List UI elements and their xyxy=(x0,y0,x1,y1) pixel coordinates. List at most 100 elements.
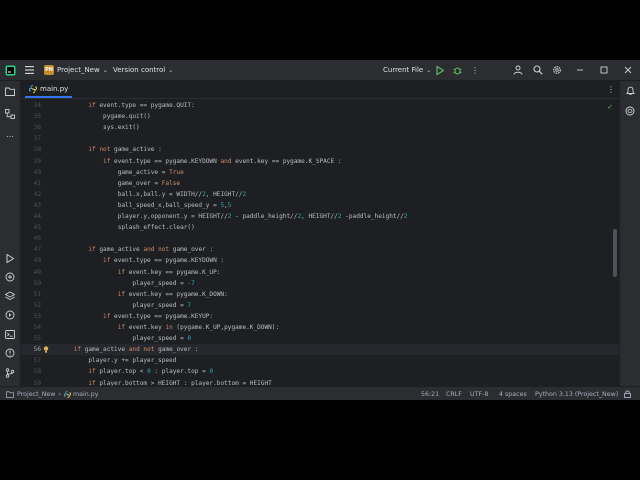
code-line[interactable]: 41 game_over = False xyxy=(21,178,619,189)
code-line[interactable]: 45 splash_effect.clear() xyxy=(21,222,619,233)
code-line[interactable]: 38 if not game_active : xyxy=(21,144,619,155)
code-line[interactable]: 39 if event.type == pygame.KEYDOWN and e… xyxy=(21,156,619,167)
line-number[interactable]: 36 xyxy=(21,122,41,133)
code-text[interactable]: if event.type == pygame.KEYDOWN and even… xyxy=(59,156,341,167)
problems-icon[interactable] xyxy=(3,346,17,360)
code-text[interactable]: player.y += player_speed xyxy=(59,355,176,366)
code-text[interactable]: if game_active and not game_over : xyxy=(59,244,213,255)
intention-bulb-icon[interactable] xyxy=(43,346,49,353)
more-tools-icon[interactable]: ⋯ xyxy=(3,129,17,143)
line-number[interactable]: 58 xyxy=(21,366,41,377)
run-icon[interactable] xyxy=(436,60,444,80)
close-icon[interactable] xyxy=(624,60,632,80)
code-line[interactable]: 59 if player.bottom > HEIGHT : player.bo… xyxy=(21,378,619,387)
line-number[interactable]: 53 xyxy=(21,311,41,322)
ai-assistant-icon[interactable] xyxy=(623,104,637,118)
code-line[interactable]: 52 player_speed = 7 xyxy=(21,300,619,311)
code-line[interactable]: 37 xyxy=(21,133,619,144)
breadcrumb-file[interactable]: main.py xyxy=(73,391,98,398)
caret-position[interactable]: 56:21 xyxy=(421,387,439,400)
code-text[interactable]: game_over = False xyxy=(59,178,180,189)
code-text[interactable]: splash_effect.clear() xyxy=(59,222,195,233)
search-icon[interactable] xyxy=(533,60,543,80)
code-line[interactable]: 36 sys.exit() xyxy=(21,122,619,133)
code-text[interactable]: if player.top < 0 : player.top = 0 xyxy=(59,366,213,377)
code-line[interactable]: 51 if event.key == pygame.K_DOWN: xyxy=(21,289,619,300)
lock-icon[interactable] xyxy=(624,387,631,400)
run-tool-icon[interactable] xyxy=(3,251,17,265)
line-number[interactable]: 59 xyxy=(21,378,41,387)
python-packages-icon[interactable] xyxy=(3,270,17,284)
code-line[interactable]: 43 ball_speed_x,ball_speed_y = 5,5 xyxy=(21,200,619,211)
code-text[interactable]: player_speed = -7 xyxy=(59,278,194,289)
maximize-icon[interactable] xyxy=(600,60,608,80)
line-number[interactable]: 50 xyxy=(21,278,41,289)
code-line[interactable]: 55 player_speed = 0 xyxy=(21,333,619,344)
app-logo-icon[interactable] xyxy=(5,60,16,80)
line-number[interactable]: 38 xyxy=(21,144,41,155)
line-number[interactable]: 46 xyxy=(21,233,41,244)
breadcrumb-project[interactable]: Project_New xyxy=(17,391,55,398)
code-text[interactable]: if event.key in (pygame.K_UP,pygame.K_DO… xyxy=(59,322,279,333)
code-line[interactable]: 58 if player.top < 0 : player.top = 0 xyxy=(21,366,619,377)
code-text[interactable]: if player.bottom > HEIGHT : player.botto… xyxy=(59,378,271,387)
code-text[interactable]: if not game_active : xyxy=(59,144,161,155)
code-line[interactable]: 40 game_active = True xyxy=(21,167,619,178)
code-line[interactable]: 56 if game_active and not game_over : xyxy=(21,344,619,356)
code-editor[interactable]: ✓ 34 if event.type == pygame.QUIT: 35 pyg… xyxy=(21,99,619,386)
line-number[interactable]: 48 xyxy=(21,255,41,266)
code-text[interactable]: ball.x,ball.y = WIDTH//2, HEIGHT//2 xyxy=(59,189,246,200)
code-line[interactable]: 54 if event.key in (pygame.K_UP,pygame.K… xyxy=(21,322,619,333)
code-text[interactable]: player.y,opponent.y = HEIGHT//2 - paddle… xyxy=(59,211,408,222)
code-line[interactable]: 34 if event.type == pygame.QUIT: xyxy=(21,100,619,111)
settings-icon[interactable] xyxy=(552,60,562,80)
line-number[interactable]: 47 xyxy=(21,244,41,255)
code-text[interactable]: player_speed = 0 xyxy=(59,333,191,344)
line-number[interactable]: 56 xyxy=(21,344,41,355)
debug-icon[interactable] xyxy=(453,60,462,80)
line-number[interactable]: 37 xyxy=(21,133,41,144)
project-selector[interactable]: PN Project_New ⌄ xyxy=(44,60,108,80)
notifications-icon[interactable] xyxy=(623,84,637,98)
code-line[interactable]: 53 if event.type == pygame.KEYUP: xyxy=(21,311,619,322)
user-icon[interactable] xyxy=(513,60,523,80)
code-line[interactable]: 49 if event.key == pygame.K_UP: xyxy=(21,267,619,278)
code-line[interactable]: 44 player.y,opponent.y = HEIGHT//2 - pad… xyxy=(21,211,619,222)
line-number[interactable]: 35 xyxy=(21,111,41,122)
indent-setting[interactable]: 4 spaces xyxy=(499,387,527,400)
code-text[interactable]: game_active = True xyxy=(59,167,184,178)
code-text[interactable]: player_speed = 7 xyxy=(59,300,191,311)
line-number[interactable]: 52 xyxy=(21,300,41,311)
code-text[interactable]: if event.key == pygame.K_DOWN: xyxy=(59,289,228,300)
line-number[interactable]: 44 xyxy=(21,211,41,222)
more-actions-icon[interactable]: ⋮ xyxy=(471,60,479,80)
line-number[interactable]: 42 xyxy=(21,189,41,200)
line-number[interactable]: 41 xyxy=(21,178,41,189)
main-menu-icon[interactable] xyxy=(25,60,34,80)
code-text[interactable]: sys.exit() xyxy=(59,122,140,133)
run-config-selector[interactable]: Current File ⌄ xyxy=(383,60,431,80)
code-text[interactable]: pygame.quit() xyxy=(59,111,151,122)
line-number[interactable]: 43 xyxy=(21,200,41,211)
code-text[interactable]: if event.type == pygame.KEYUP: xyxy=(59,311,213,322)
code-line[interactable]: 47 if game_active and not game_over : xyxy=(21,244,619,255)
line-number[interactable]: 40 xyxy=(21,167,41,178)
code-text[interactable]: if event.type == pygame.KEYDOWN : xyxy=(59,255,224,266)
code-line[interactable]: 35 pygame.quit() xyxy=(21,111,619,122)
git-branch-icon[interactable] xyxy=(3,366,17,380)
line-number[interactable]: 54 xyxy=(21,322,41,333)
line-number[interactable]: 55 xyxy=(21,333,41,344)
terminal-icon[interactable] xyxy=(3,327,17,341)
tab-main-py[interactable]: main.py xyxy=(25,81,73,98)
code-line[interactable]: 42 ball.x,ball.y = WIDTH//2, HEIGHT//2 xyxy=(21,189,619,200)
code-line[interactable]: 50 player_speed = -7 xyxy=(21,278,619,289)
code-line[interactable]: 46 xyxy=(21,233,619,244)
line-number[interactable]: 51 xyxy=(21,289,41,300)
services-icon[interactable] xyxy=(3,308,17,322)
code-text[interactable]: if event.type == pygame.QUIT: xyxy=(59,100,194,111)
folder-icon[interactable] xyxy=(3,84,17,98)
layers-icon[interactable] xyxy=(3,289,17,303)
code-line[interactable]: 48 if event.type == pygame.KEYDOWN : xyxy=(21,255,619,266)
code-line[interactable]: 57 player.y += player_speed xyxy=(21,355,619,366)
line-number[interactable]: 39 xyxy=(21,156,41,167)
